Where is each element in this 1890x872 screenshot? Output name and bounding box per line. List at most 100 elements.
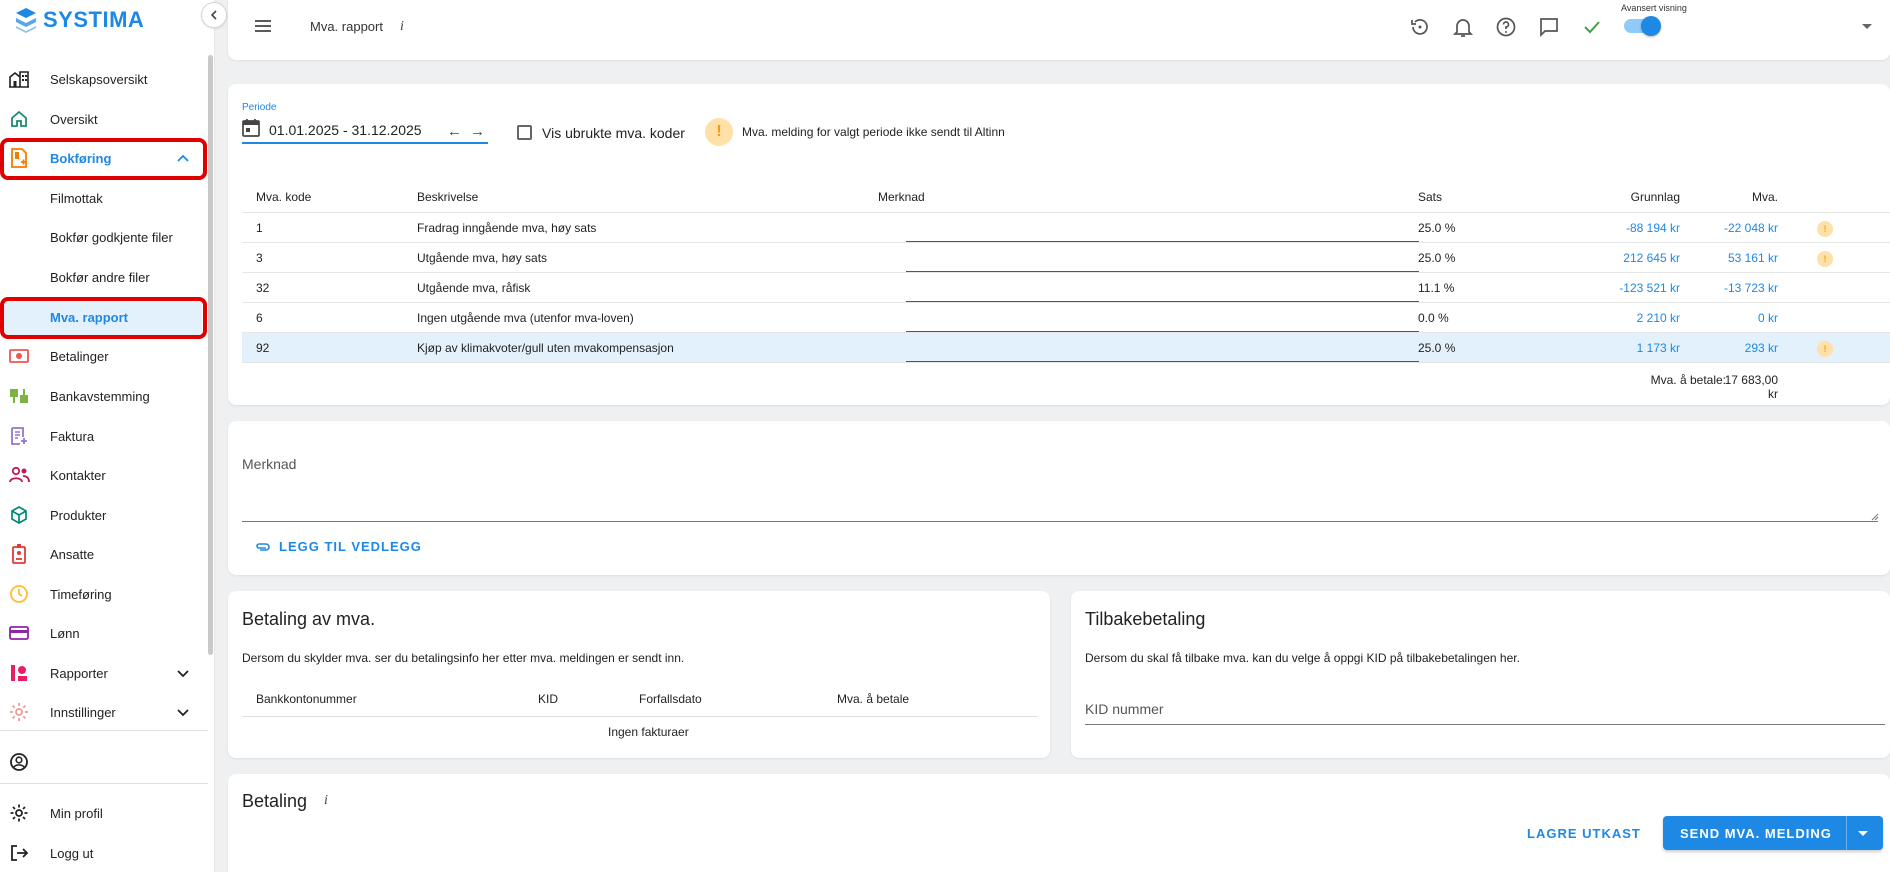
highlight-frame-bokforing bbox=[0, 138, 207, 180]
info-icon[interactable]: i bbox=[400, 19, 404, 35]
hamburger-menu-icon[interactable] bbox=[254, 18, 272, 34]
sidebar-item-bokfor-godkjente-filer[interactable]: Bokfør godkjente filer bbox=[0, 219, 200, 255]
sidebar-item-label: Kontakter bbox=[50, 467, 106, 483]
row-vat[interactable]: 53 161 kr bbox=[1678, 251, 1778, 265]
note-input-label[interactable]: Merknad bbox=[242, 456, 296, 472]
sidebar-account-avatar[interactable] bbox=[0, 744, 200, 780]
vat-payment-card: Betaling av mva. Dersom du skylder mva. … bbox=[228, 591, 1050, 758]
systima-logo-icon bbox=[16, 8, 36, 33]
highlight-frame-mva-rapport bbox=[0, 297, 207, 339]
period-field[interactable]: 01.01.2025 - 31.12.2025 ← → bbox=[242, 114, 488, 144]
table-row[interactable]: 1 Fradrag inngående mva, høy sats 25.0 %… bbox=[242, 213, 1890, 243]
sidebar-scrollbar[interactable] bbox=[208, 55, 213, 655]
row-note-input[interactable] bbox=[906, 241, 1419, 242]
row-note-input[interactable] bbox=[906, 271, 1419, 272]
row-code: 92 bbox=[256, 341, 270, 355]
sidebar-item-label: Timeføring bbox=[50, 586, 112, 602]
sidebar-item-filmottak[interactable]: Filmottak bbox=[0, 180, 200, 216]
sidebar-item-lonn[interactable]: Lønn bbox=[0, 615, 200, 651]
row-vat[interactable]: 293 kr bbox=[1678, 341, 1778, 355]
payment-info-icon[interactable]: i bbox=[324, 793, 328, 809]
sidebar-item-label: Bankavstemming bbox=[50, 388, 150, 404]
sidebar-item-bankavstemming[interactable]: Bankavstemming bbox=[0, 378, 200, 414]
warning-text: Mva. melding for valgt periode ikke send… bbox=[742, 125, 1005, 139]
attach-file-button[interactable]: LEGG TIL VEDLEGG bbox=[255, 539, 422, 554]
row-base[interactable]: 2 210 kr bbox=[1580, 311, 1680, 325]
brand-logo[interactable]: SYSTIMA bbox=[14, 6, 144, 34]
history-icon[interactable] bbox=[1409, 16, 1431, 38]
sidebar-item-innstillinger[interactable]: Innstillinger bbox=[0, 694, 200, 730]
sidebar-item-label: Produkter bbox=[50, 507, 107, 523]
show-unused-checkbox[interactable] bbox=[517, 125, 532, 140]
advanced-view-toggle[interactable] bbox=[1624, 16, 1661, 36]
period-next-button[interactable]: → bbox=[470, 123, 485, 140]
paperclip-icon bbox=[256, 542, 270, 551]
row-vat[interactable]: 0 kr bbox=[1678, 311, 1778, 325]
account-circle-icon bbox=[8, 751, 30, 773]
row-note-input[interactable] bbox=[906, 361, 1419, 362]
row-rate: 0.0 % bbox=[1418, 311, 1449, 325]
sidebar-item-ansatte[interactable]: Ansatte bbox=[0, 536, 200, 572]
payment-card: Betaling i LAGRE UTKAST SEND MVA. MELDIN… bbox=[228, 774, 1890, 872]
sidebar-item-bokfor-andre-filer[interactable]: Bokfør andre filer bbox=[0, 259, 200, 295]
sidebar-item-label: Filmottak bbox=[50, 190, 103, 206]
company-icon bbox=[8, 68, 30, 90]
row-note-input[interactable] bbox=[906, 331, 1419, 332]
period-prev-button[interactable]: ← bbox=[447, 123, 462, 140]
sidebar-item-rapporter[interactable]: Rapporter bbox=[0, 655, 200, 691]
sidebar-item-logg-ut[interactable]: Logg ut bbox=[0, 835, 200, 871]
refund-title: Tilbakebetaling bbox=[1085, 609, 1206, 629]
button-separator bbox=[1846, 816, 1847, 850]
row-vat[interactable]: -13 723 kr bbox=[1678, 281, 1778, 295]
settings-icon bbox=[8, 701, 30, 723]
save-draft-button[interactable]: LAGRE UTKAST bbox=[1527, 826, 1641, 841]
period-value: 01.01.2025 - 31.12.2025 bbox=[269, 122, 422, 138]
sidebar-item-oversikt[interactable]: Oversikt bbox=[0, 101, 200, 137]
row-base[interactable]: 1 173 kr bbox=[1580, 341, 1680, 355]
account-dropdown-caret[interactable] bbox=[1862, 24, 1872, 29]
sidebar-item-betalinger[interactable]: Betalinger bbox=[0, 338, 200, 374]
attach-file-label: LEGG TIL VEDLEGG bbox=[279, 539, 422, 554]
check-icon[interactable] bbox=[1581, 16, 1603, 38]
row-base[interactable]: -123 521 kr bbox=[1580, 281, 1680, 295]
row-vat[interactable]: -22 048 kr bbox=[1678, 221, 1778, 235]
row-warning-icon[interactable]: ! bbox=[1817, 251, 1833, 267]
send-vat-report-button[interactable]: SEND MVA. MELDING bbox=[1663, 816, 1883, 850]
row-warning-icon[interactable]: ! bbox=[1817, 221, 1833, 237]
chevron-left-icon bbox=[210, 10, 217, 20]
sidebar-item-timeforing[interactable]: Timeføring bbox=[0, 576, 200, 612]
row-note-input[interactable] bbox=[906, 301, 1419, 302]
sidebar-item-label: Betalinger bbox=[50, 348, 109, 364]
sidebar-item-label: Rapporter bbox=[50, 665, 108, 681]
help-icon[interactable] bbox=[1495, 16, 1517, 38]
kid-input[interactable]: KID nummer bbox=[1085, 701, 1164, 717]
sidebar-item-kontakter[interactable]: Kontakter bbox=[0, 457, 200, 493]
table-row[interactable]: 92 Kjøp av klimakvoter/gull uten mvakomp… bbox=[242, 333, 1890, 363]
resize-handle-icon[interactable] bbox=[1869, 511, 1879, 521]
collapse-sidebar-button[interactable] bbox=[201, 2, 227, 28]
row-rate: 25.0 % bbox=[1418, 221, 1456, 235]
sidebar-item-label: Lønn bbox=[50, 625, 80, 641]
calendar-icon[interactable] bbox=[242, 118, 260, 138]
col-header-base: Grunnlag bbox=[1630, 190, 1680, 204]
send-options-caret-icon[interactable] bbox=[1858, 831, 1868, 836]
table-row[interactable]: 3 Utgående mva, høy sats 25.0 % 212 645 … bbox=[242, 243, 1890, 273]
row-description: Utgående mva, høy sats bbox=[417, 251, 548, 265]
sidebar-item-faktura[interactable]: Faktura bbox=[0, 418, 200, 454]
row-description: Kjøp av klimakvoter/gull uten mvakompens… bbox=[417, 341, 674, 355]
table-row[interactable]: 32 Utgående mva, råfisk 11.1 % -123 521 … bbox=[242, 273, 1890, 303]
chat-icon[interactable] bbox=[1538, 16, 1560, 38]
bell-icon[interactable] bbox=[1452, 16, 1474, 38]
sidebar-item-label: Logg ut bbox=[50, 845, 94, 861]
table-row[interactable]: 6 Ingen utgående mva (utenfor mva-loven)… bbox=[242, 303, 1890, 333]
row-warning-icon[interactable]: ! bbox=[1817, 341, 1833, 357]
row-code: 1 bbox=[256, 221, 263, 235]
sidebar-item-min-profil[interactable]: Min profil bbox=[0, 795, 200, 831]
col-header-amount: Mva. å betale bbox=[837, 692, 910, 706]
sidebar-item-produkter[interactable]: Produkter bbox=[0, 497, 200, 533]
sidebar-item-label: Selskapsoversikt bbox=[50, 71, 148, 87]
sidebar-item-selskapsoversikt[interactable]: Selskapsoversikt bbox=[0, 61, 200, 97]
row-base[interactable]: -88 194 kr bbox=[1580, 221, 1680, 235]
sidebar-item-label: Ansatte bbox=[50, 546, 95, 562]
row-base[interactable]: 212 645 kr bbox=[1580, 251, 1680, 265]
